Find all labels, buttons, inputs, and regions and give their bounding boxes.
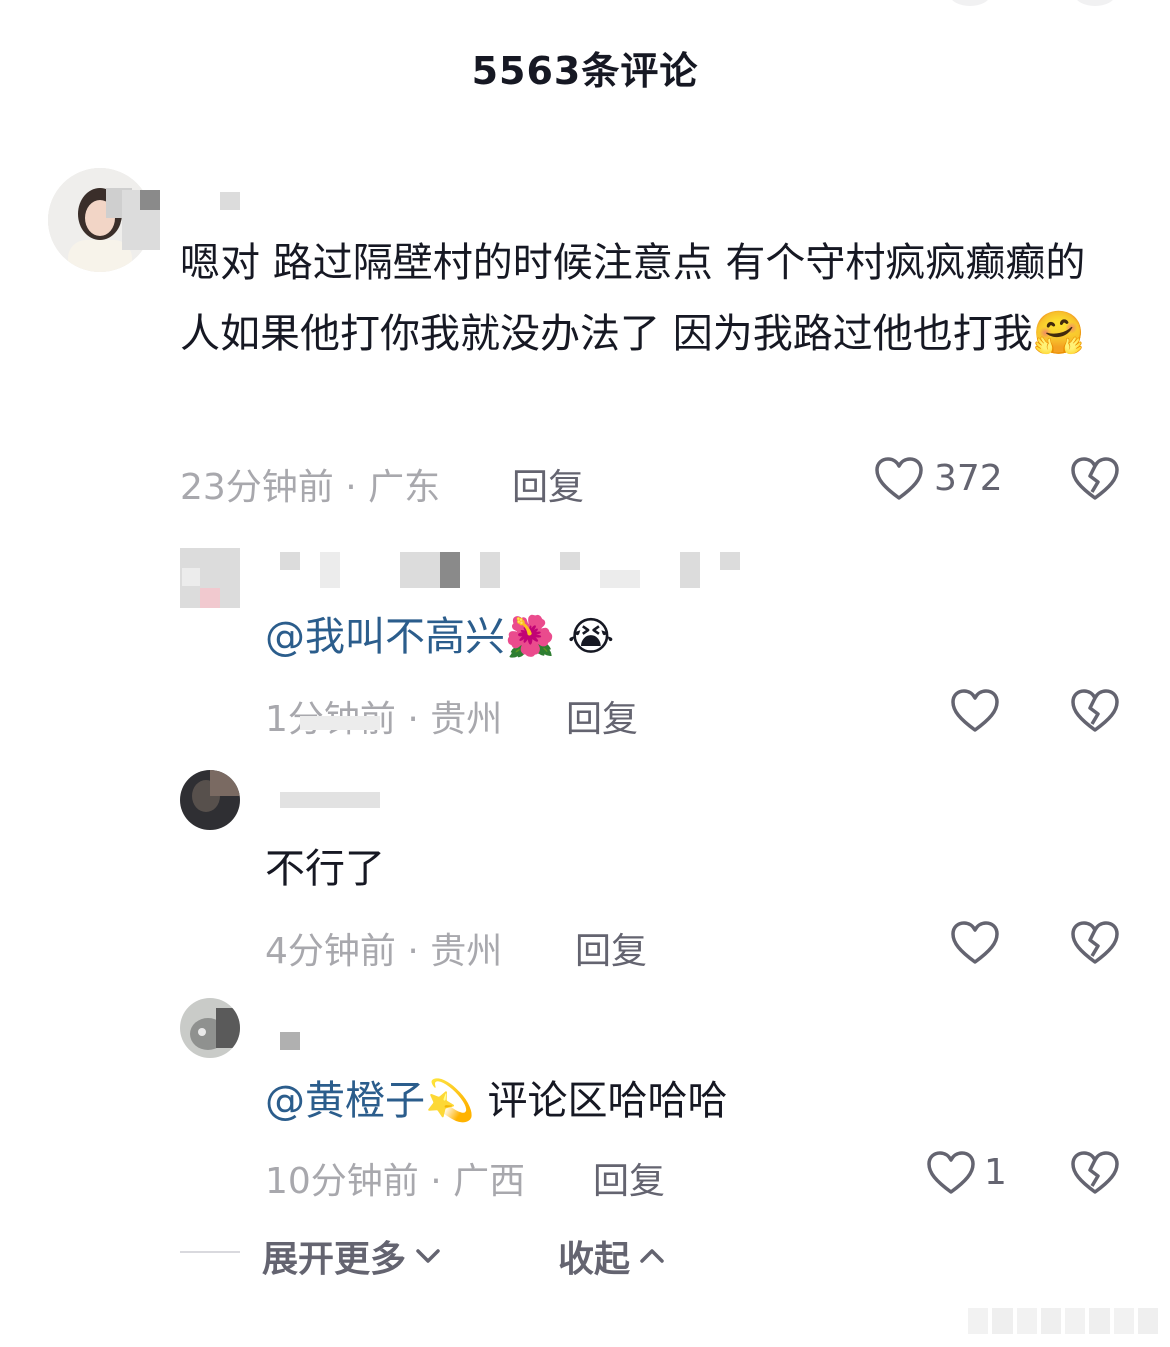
divider-line: [180, 1251, 240, 1253]
comment-time-location: 23分钟前 · 广东: [180, 467, 441, 508]
expand-more-label: 展开更多: [262, 1239, 407, 1280]
hug-emoji: 🤗: [1032, 308, 1086, 357]
reply-time-location: 4分钟前 · 贵州: [265, 931, 503, 972]
mention-link[interactable]: @黄橙子: [265, 1078, 425, 1124]
chevron-up-icon: [638, 1246, 666, 1266]
heart-icon[interactable]: [926, 1150, 976, 1196]
mention-link[interactable]: @我叫不高兴: [265, 614, 505, 660]
reply-time-location: 10分钟前 · 广西: [265, 1161, 526, 1202]
comment-count-title: 5563条评论: [471, 49, 699, 93]
comment-text: 嗯对 路过隔壁村的时候注意点 有个守村疯疯癫癫的人如果他打你我就没办法了 因为我…: [180, 240, 1086, 357]
expand-more-button[interactable]: 展开更多: [262, 1230, 442, 1282]
dislike-broken-heart-icon[interactable]: [1070, 1150, 1120, 1196]
blurred-username: [720, 552, 740, 570]
dislike-broken-heart-icon[interactable]: [1070, 456, 1120, 502]
reply-button[interactable]: 回复: [575, 922, 647, 974]
dislike-broken-heart-icon[interactable]: [1070, 920, 1120, 966]
blurred-username: [480, 552, 500, 588]
dizzy-emoji: 💫: [425, 1078, 475, 1124]
reply-button[interactable]: 回复: [512, 458, 584, 510]
blurred-avatar-block: [182, 568, 200, 586]
blurred-avatar-block: [200, 588, 220, 608]
top-edge-circle: [950, 0, 990, 6]
blurred-username: [280, 552, 300, 570]
blurred-username: [600, 570, 640, 588]
top-edge-circle: [1075, 0, 1115, 6]
reply-text: @黄橙子💫 评论区哈哈哈: [265, 1078, 728, 1124]
reply-button[interactable]: 回复: [593, 1152, 665, 1204]
like-count: 372: [934, 458, 1003, 499]
heart-icon[interactable]: [950, 688, 1000, 734]
avatar[interactable]: [180, 998, 240, 1058]
reply-text: @我叫不高兴🌺 😭: [265, 602, 1125, 672]
chevron-down-icon: [414, 1246, 442, 1266]
collapse-button[interactable]: 收起: [558, 1230, 666, 1282]
blurred-username: [680, 552, 700, 588]
dislike-broken-heart-icon[interactable]: [1070, 688, 1120, 734]
reply-emojis: 🌺 😭: [505, 614, 615, 660]
reply-text: 不行了: [265, 846, 385, 892]
collapse-label: 收起: [558, 1239, 631, 1280]
blurred-username: [320, 552, 340, 588]
blurred-username: [440, 552, 460, 588]
blurred-username: [560, 552, 580, 570]
watermark: [968, 1308, 1158, 1334]
blurred-username: [140, 190, 160, 210]
blurred-username: [220, 192, 240, 210]
heart-icon[interactable]: [874, 456, 924, 502]
watermark-overlay: [300, 716, 380, 730]
blurred-username: [280, 792, 380, 808]
reply-button[interactable]: 回复: [566, 690, 638, 742]
like-count: 1: [984, 1152, 1007, 1193]
heart-icon[interactable]: [950, 920, 1000, 966]
avatar[interactable]: [180, 770, 240, 830]
blurred-username: [280, 1032, 300, 1050]
